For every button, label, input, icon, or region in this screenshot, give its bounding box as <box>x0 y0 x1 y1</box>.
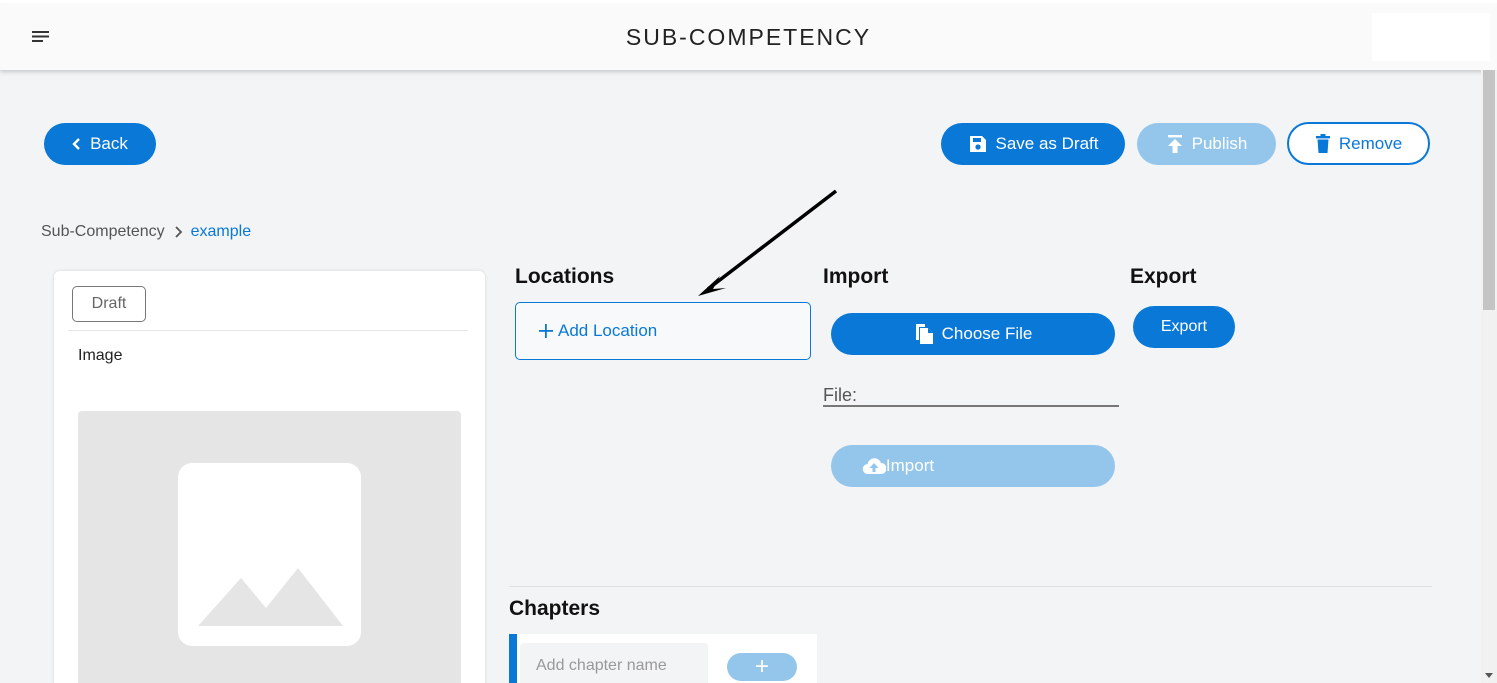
chapters-title: Chapters <box>509 597 601 620</box>
app-bar: SUB-COMPETENCY <box>0 4 1497 70</box>
card-divider <box>68 330 468 331</box>
add-location-button[interactable]: Add Location <box>515 302 811 360</box>
back-button-label: Back <box>90 134 128 153</box>
page-title: SUB-COMPETENCY <box>625 24 872 50</box>
save-icon <box>969 136 986 152</box>
file-field-label: File: <box>823 385 858 405</box>
chapter-name-input[interactable] <box>520 643 708 683</box>
export-label: Export <box>1160 318 1208 335</box>
add-chapter-button[interactable]: + <box>727 653 797 681</box>
chevron-left-icon <box>72 138 80 150</box>
plus-icon <box>539 324 553 338</box>
choose-file-button[interactable]: Choose File <box>831 313 1115 355</box>
choose-file-label: Choose File <box>941 324 1033 343</box>
section-divider <box>509 586 1432 587</box>
breadcrumb-root[interactable]: Sub-Competency <box>41 223 165 241</box>
remove-button[interactable]: Remove <box>1287 122 1430 165</box>
image-label: Image <box>78 347 123 364</box>
trash-icon <box>1315 133 1330 153</box>
breadcrumb: Sub-Competency example <box>41 223 251 241</box>
save-as-draft-label: Save as Draft <box>995 134 1099 153</box>
file-copy-icon <box>915 324 933 344</box>
remove-label: Remove <box>1338 133 1403 153</box>
file-field-underline <box>823 405 1119 407</box>
publish-button[interactable]: Publish <box>1137 123 1276 165</box>
upload-icon <box>1167 135 1182 153</box>
status-badge: Draft <box>72 286 146 322</box>
add-location-label: Add Location <box>558 321 658 340</box>
import-title: Import <box>823 265 889 288</box>
arrow-annotation <box>698 189 838 296</box>
export-title: Export <box>1130 265 1197 288</box>
image-upload-area[interactable] <box>78 411 461 683</box>
publish-label: Publish <box>1191 134 1248 153</box>
locations-title: Locations <box>515 265 615 288</box>
scroll-down-arrow-icon[interactable] <box>1484 672 1494 680</box>
import-button[interactable]: Import <box>831 445 1115 487</box>
import-label: Import <box>885 456 935 475</box>
vertical-scrollbar[interactable] <box>1481 70 1497 683</box>
cloud-upload-icon <box>862 458 886 475</box>
save-as-draft-button[interactable]: Save as Draft <box>941 123 1125 165</box>
image-placeholder-icon <box>178 463 361 646</box>
scrollbar-thumb[interactable] <box>1483 70 1495 310</box>
chevron-right-icon <box>174 226 182 238</box>
back-button[interactable]: Back <box>44 123 156 165</box>
appbar-blank-box <box>1372 13 1490 61</box>
sub-competency-card: Draft Image <box>54 271 485 683</box>
breadcrumb-current[interactable]: example <box>191 223 251 241</box>
export-button[interactable]: Export <box>1133 306 1235 348</box>
